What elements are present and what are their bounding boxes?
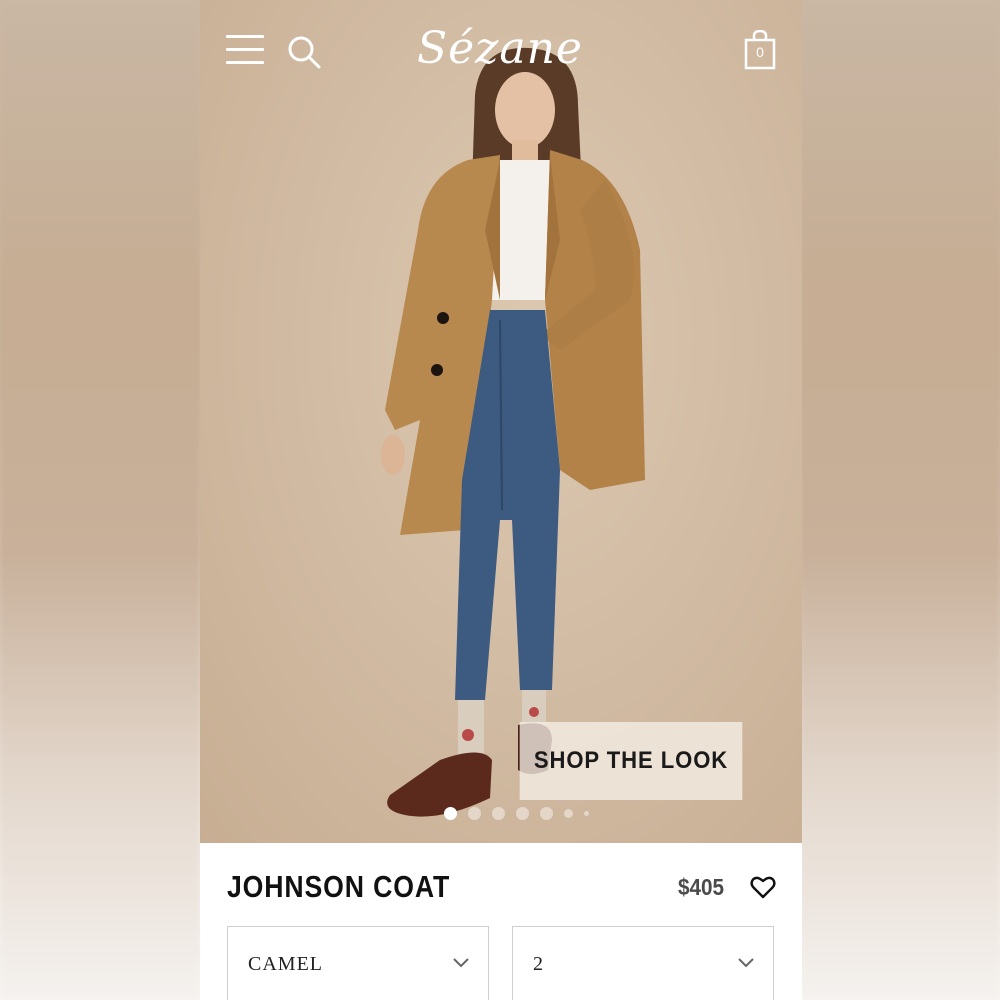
- cart-count: 0: [756, 44, 764, 60]
- heart-icon[interactable]: [750, 874, 776, 900]
- color-select[interactable]: CAMEL: [227, 926, 489, 1000]
- shop-the-look-button[interactable]: SHOP THE LOOK: [519, 722, 743, 800]
- mobile-screen: Sézane 0 SHOP THE LOOK JOHNSON COAT $405: [200, 0, 802, 1000]
- blurred-background-right: [800, 0, 1000, 1000]
- chevron-down-icon: [738, 958, 754, 968]
- brand-logo[interactable]: Sézane: [410, 14, 590, 84]
- product-hero-image[interactable]: Sézane 0 SHOP THE LOOK: [200, 0, 802, 843]
- top-navigation-bar: Sézane 0: [200, 0, 802, 100]
- carousel-dot[interactable]: [492, 806, 505, 820]
- carousel-dot[interactable]: [564, 808, 573, 818]
- size-select-value: 2: [533, 953, 544, 975]
- model-photo: [381, 47, 645, 817]
- carousel-dot[interactable]: [540, 806, 553, 820]
- chevron-down-icon: [453, 958, 469, 968]
- carousel-dot[interactable]: [444, 806, 457, 820]
- color-select-value: CAMEL: [248, 953, 323, 975]
- blurred-background-left: [0, 0, 200, 1000]
- carousel-dots: [444, 806, 589, 820]
- hamburger-menu-icon[interactable]: [226, 33, 266, 67]
- carousel-dot[interactable]: [516, 806, 529, 820]
- carousel-dot[interactable]: [584, 810, 589, 816]
- carousel-dot[interactable]: [468, 806, 481, 820]
- search-icon[interactable]: [286, 34, 322, 70]
- product-info-panel: JOHNSON COAT $405 CAMEL 2: [200, 843, 802, 1000]
- product-title: JOHNSON COAT: [227, 869, 451, 904]
- size-select[interactable]: 2: [512, 926, 774, 1000]
- product-price: $405: [678, 874, 725, 900]
- shopping-bag-icon[interactable]: 0: [743, 29, 777, 70]
